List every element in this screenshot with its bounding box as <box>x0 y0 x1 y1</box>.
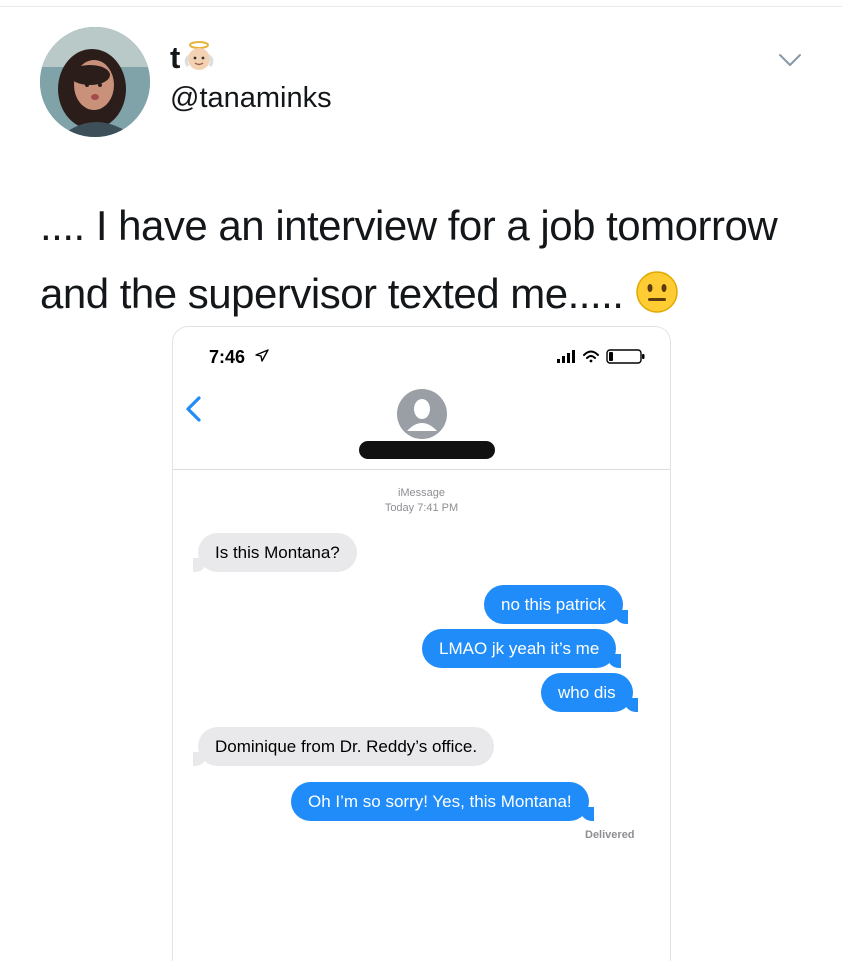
message-bubble-outgoing: Oh I’m so sorry! Yes, this Montana! <box>291 782 594 821</box>
nav-divider <box>173 469 670 470</box>
wifi-icon <box>583 350 599 363</box>
chevron-down-icon[interactable] <box>778 52 802 68</box>
top-divider <box>0 6 842 7</box>
display-name[interactable]: t <box>170 40 214 74</box>
display-name-text: t <box>170 39 181 75</box>
battery-icon <box>606 349 645 364</box>
baby-angel-icon <box>185 41 214 70</box>
message-timestamp: Today 7:41 PM <box>384 502 459 514</box>
status-time: 7:46 <box>209 347 246 367</box>
signal-icon <box>557 350 575 363</box>
message-screenshot: 7:46 iMessage Today 7:41 PM Is this Mont… <box>172 326 671 961</box>
location-arrow-icon <box>255 349 269 362</box>
message-bubble-incoming: Is this Montana? <box>193 533 357 572</box>
service-label: iMessage <box>397 487 446 499</box>
user-avatar[interactable] <box>40 27 150 137</box>
status-bar-icons <box>557 349 645 364</box>
user-handle[interactable]: @tanaminks <box>170 82 332 115</box>
tweet-text: .... I have an interview for a job tomor… <box>40 192 830 328</box>
contact-avatar-icon[interactable] <box>397 389 447 439</box>
back-chevron-icon[interactable] <box>183 395 205 423</box>
avatar-photo <box>40 27 150 137</box>
message-bubble-outgoing: who dis <box>541 673 638 712</box>
delivered-status: Delivered <box>585 829 635 841</box>
message-bubble-outgoing: LMAO jk yeah it’s me <box>422 629 622 668</box>
neutral-face-icon <box>635 271 678 313</box>
message-bubble-incoming: Dominique from Dr. Reddy’s office. <box>192 727 495 766</box>
contact-name-redacted <box>359 441 495 459</box>
message-bubble-outgoing: no this patrick <box>484 585 628 624</box>
